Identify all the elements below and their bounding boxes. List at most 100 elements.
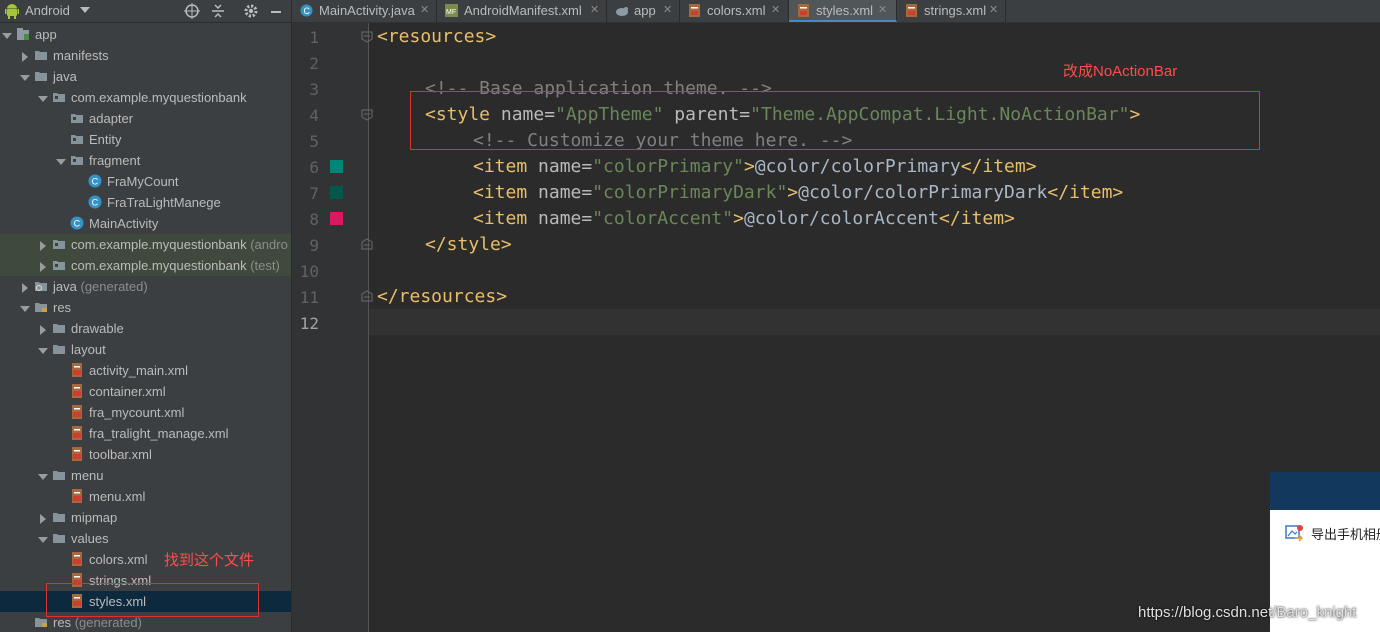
tab-label: AndroidManifest.xml	[464, 3, 582, 18]
tree-item[interactable]: com.example.myquestionbank	[0, 87, 291, 108]
tree-item-label: MainActivity	[89, 216, 159, 231]
line-number: 7	[309, 184, 319, 203]
tab-colors-xml[interactable]: colors.xml ✕	[680, 0, 789, 22]
project-panel-header: Android	[0, 0, 291, 23]
close-icon[interactable]: ✕	[878, 3, 887, 16]
java-class-icon: C	[88, 195, 102, 209]
xml-file-icon	[70, 363, 84, 377]
package-icon	[52, 90, 66, 104]
tree-item[interactable]: manifests	[0, 45, 291, 66]
chevron-right-icon[interactable]	[38, 239, 48, 251]
svg-text:C: C	[74, 219, 81, 229]
svg-text:C: C	[92, 198, 99, 208]
tab-mainactivity-java[interactable]: C MainActivity.java ✕	[292, 0, 437, 22]
chevron-down-icon[interactable]	[38, 92, 48, 102]
fold-marker-icon[interactable]	[361, 290, 373, 302]
tree-item[interactable]: C FraMyCount	[0, 171, 291, 192]
project-view-selector[interactable]: Android	[25, 3, 70, 18]
project-panel: Android app manifests java com.example.m…	[0, 0, 291, 632]
tree-item[interactable]: mipmap	[0, 507, 291, 528]
fold-marker-icon[interactable]	[361, 238, 373, 250]
code-line-1[interactable]: <resources>	[377, 24, 496, 50]
collapse-all-icon[interactable]	[210, 3, 226, 19]
tab-strings-xml[interactable]: strings.xml ✕	[897, 0, 1006, 22]
chevron-down-icon[interactable]	[20, 302, 30, 312]
close-icon[interactable]: ✕	[989, 3, 998, 16]
tree-item[interactable]: com.example.myquestionbank (andro	[0, 234, 291, 255]
code-line-7[interactable]: <item name="colorPrimaryDark">@color/col…	[473, 180, 1123, 206]
folder-icon	[52, 342, 66, 356]
fold-marker-icon[interactable]	[361, 109, 373, 121]
close-icon[interactable]: ✕	[420, 3, 429, 16]
tree-item-label: manifests	[53, 48, 109, 63]
tree-item[interactable]: menu.xml	[0, 486, 291, 507]
chevron-down-icon[interactable]	[20, 71, 30, 81]
close-icon[interactable]: ✕	[771, 3, 780, 16]
line-number: 2	[309, 54, 319, 73]
tree-item[interactable]: container.xml	[0, 381, 291, 402]
code-line-9[interactable]: </style>	[425, 232, 512, 258]
tree-item-label: container.xml	[89, 384, 166, 399]
tab-app[interactable]: app ✕	[607, 0, 680, 22]
tree-item[interactable]: layout	[0, 339, 291, 360]
folder-icon	[52, 510, 66, 524]
tab-styles-xml[interactable]: styles.xml ✕	[789, 0, 897, 22]
chevron-right-icon[interactable]	[38, 323, 48, 335]
chevron-down-icon[interactable]	[38, 344, 48, 354]
chevron-right-icon[interactable]	[38, 260, 48, 272]
tree-item[interactable]: C FraTraLightManege	[0, 192, 291, 213]
annotation-find-file: 找到这个文件	[164, 552, 255, 569]
tree-item[interactable]: java	[0, 66, 291, 87]
locate-target-icon[interactable]	[184, 3, 200, 19]
tree-item-label: toolbar.xml	[89, 447, 152, 462]
close-icon[interactable]: ✕	[590, 3, 599, 16]
tree-item-label: mipmap	[71, 510, 118, 525]
chevron-down-icon[interactable]	[38, 533, 48, 543]
package-icon	[52, 237, 66, 251]
resource-folder-icon	[34, 300, 48, 314]
chevron-right-icon[interactable]	[20, 281, 30, 293]
tree-item-label: com.example.myquestionbank	[71, 90, 247, 105]
tree-item[interactable]: fragment	[0, 150, 291, 171]
export-photos-icon[interactable]	[1285, 524, 1303, 542]
tree-item[interactable]: fra_tralight_manage.xml	[0, 423, 291, 444]
tree-item[interactable]: values	[0, 528, 291, 549]
tree-item-label: FraTraLightManege	[107, 195, 221, 210]
minimize-icon[interactable]	[268, 3, 284, 19]
line-number: 12	[299, 314, 319, 333]
fold-marker-icon[interactable]	[361, 31, 373, 43]
line-number: 3	[309, 80, 319, 99]
tree-item[interactable]: drawable	[0, 318, 291, 339]
xml-file-icon	[70, 426, 84, 440]
chevron-right-icon[interactable]	[20, 50, 30, 62]
color-swatch-accent[interactable]	[330, 212, 343, 225]
chevron-down-icon[interactable]	[2, 29, 12, 39]
tree-item[interactable]: fra_mycount.xml	[0, 402, 291, 423]
code-line-6[interactable]: <item name="colorPrimary">@color/colorPr…	[473, 154, 1037, 180]
tree-item[interactable]: adapter	[0, 108, 291, 129]
chevron-down-icon[interactable]	[56, 155, 66, 165]
export-photos-label[interactable]: 导出手机相册	[1311, 524, 1380, 543]
tree-item[interactable]: Entity	[0, 129, 291, 150]
chevron-down-icon[interactable]	[38, 470, 48, 480]
gear-icon[interactable]	[243, 3, 259, 19]
code-line-11[interactable]: </resources>	[377, 284, 507, 310]
tree-item[interactable]: com.example.myquestionbank (test)	[0, 255, 291, 276]
chevron-right-icon[interactable]	[38, 512, 48, 524]
tree-item[interactable]: menu	[0, 465, 291, 486]
code-line-8[interactable]: <item name="colorAccent">@color/colorAcc…	[473, 206, 1015, 232]
tree-item[interactable]: C MainActivity	[0, 213, 291, 234]
resource-folder-icon	[34, 615, 48, 629]
line-number: 8	[309, 210, 319, 229]
tree-item[interactable]: java (generated)	[0, 276, 291, 297]
tree-item[interactable]: app	[0, 24, 291, 45]
color-swatch-primary-dark[interactable]	[330, 186, 343, 199]
tree-item[interactable]: toolbar.xml	[0, 444, 291, 465]
color-swatch-primary[interactable]	[330, 160, 343, 173]
tree-item[interactable]: res	[0, 297, 291, 318]
tab-androidmanifest-xml[interactable]: MF AndroidManifest.xml ✕	[437, 0, 607, 22]
tree-item[interactable]: activity_main.xml	[0, 360, 291, 381]
line-number: 1	[309, 28, 319, 47]
close-icon[interactable]: ✕	[663, 3, 672, 16]
chevron-down-icon[interactable]	[80, 7, 90, 14]
